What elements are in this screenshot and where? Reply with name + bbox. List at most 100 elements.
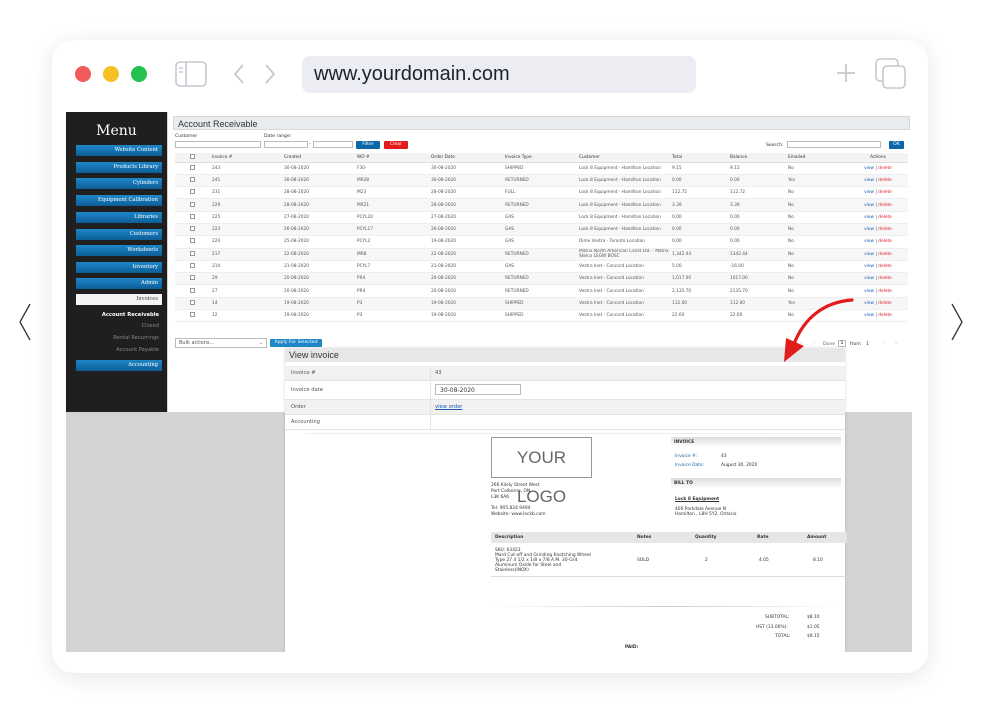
pager-next-icon[interactable]: › bbox=[883, 341, 885, 346]
view-link[interactable]: view bbox=[864, 264, 874, 269]
col-balance[interactable]: Balance bbox=[727, 153, 785, 163]
sidebar-item-equipment-calibration[interactable]: Equipment Calibration bbox=[76, 195, 162, 206]
search-input[interactable] bbox=[787, 141, 881, 148]
view-link[interactable]: view bbox=[864, 252, 874, 257]
sidebar-item-invoices[interactable]: Invoices bbox=[76, 294, 162, 305]
bulk-actions-select[interactable]: Bulk actions... ⌄ bbox=[175, 338, 267, 348]
view-link[interactable]: view bbox=[864, 178, 874, 183]
sidebar-item-cylinders[interactable]: Cylinders bbox=[76, 178, 162, 189]
delete-link[interactable]: delete bbox=[878, 215, 892, 220]
address-bar[interactable]: www.yourdomain.com bbox=[302, 56, 696, 93]
row-checkbox[interactable] bbox=[189, 176, 195, 182]
sidebar-item-worksheets[interactable]: Worksheets bbox=[76, 245, 162, 256]
table-row[interactable]: 243 30-08-2020 F30- 30-08-2020 SHIPPED Lock 8… bbox=[175, 162, 908, 175]
back-icon[interactable] bbox=[233, 64, 245, 84]
sidebar-item-website-content[interactable]: Website Content bbox=[76, 145, 162, 156]
row-checkbox[interactable] bbox=[189, 238, 195, 244]
col-invoice[interactable]: Invoice # bbox=[209, 153, 281, 163]
delete-link[interactable]: delete bbox=[878, 289, 892, 294]
delete-link[interactable]: delete bbox=[878, 313, 892, 318]
col-wo[interactable]: WO # bbox=[354, 153, 428, 163]
sidebar-item-inventory[interactable]: Inventory bbox=[76, 262, 162, 273]
delete-link[interactable]: delete bbox=[878, 166, 892, 171]
row-checkbox[interactable] bbox=[189, 287, 195, 293]
sidebar-item-customers[interactable]: Customers bbox=[76, 229, 162, 240]
view-link[interactable]: view bbox=[864, 190, 874, 195]
view-link[interactable]: view bbox=[864, 203, 874, 208]
col-order-date[interactable]: Order Date bbox=[428, 153, 502, 163]
view-link[interactable]: view bbox=[864, 215, 874, 220]
window-close-icon[interactable] bbox=[75, 66, 91, 82]
window-minimize-icon[interactable] bbox=[103, 66, 119, 82]
view-link[interactable]: view bbox=[864, 289, 874, 294]
delete-link[interactable]: delete bbox=[878, 190, 892, 195]
sidebar-item-admin[interactable]: Admin bbox=[76, 278, 162, 289]
table-row[interactable]: 231 28-08-2020 M23 28-08-2020 FULL Lock 8 Equ… bbox=[175, 186, 908, 200]
table-row[interactable]: 220 25-08-2020 PCYL2 19-08-2020 GAS Dime Vest… bbox=[175, 235, 908, 249]
new-tab-icon[interactable] bbox=[836, 63, 856, 83]
window-maximize-icon[interactable] bbox=[131, 66, 147, 82]
view-order-link[interactable]: view order bbox=[435, 404, 462, 410]
table-row[interactable]: 225 27-08-2020 PCYL20 27-08-2020 GAS Lock 8 E… bbox=[175, 211, 908, 224]
table-row[interactable]: 217 22-08-2020 MR8 22-08-2020 RETURNED Matrix… bbox=[175, 248, 908, 261]
view-link[interactable]: view bbox=[864, 166, 874, 171]
sidebar-sub-rental-recurrings[interactable]: Rental Recurrings bbox=[76, 335, 162, 341]
table-row[interactable]: 241 30-08-2020 MR28 30-08-2020 RETURNED Lock … bbox=[175, 174, 908, 188]
row-checkbox[interactable] bbox=[189, 226, 195, 232]
row-checkbox[interactable] bbox=[189, 263, 195, 269]
select-all-checkbox[interactable] bbox=[189, 153, 195, 159]
clear-button[interactable]: Clear bbox=[384, 141, 408, 149]
forward-icon[interactable] bbox=[264, 64, 276, 84]
delete-link[interactable]: delete bbox=[878, 276, 892, 281]
delete-link[interactable]: delete bbox=[878, 239, 892, 244]
sidebar-item-accounting[interactable]: Accounting bbox=[76, 360, 162, 371]
row-checkbox[interactable] bbox=[189, 201, 195, 207]
view-link[interactable]: view bbox=[864, 227, 874, 232]
date-from-input[interactable] bbox=[264, 141, 308, 148]
sidebar-sub-account-payable[interactable]: Account Payable bbox=[76, 347, 162, 353]
view-link[interactable]: view bbox=[864, 313, 874, 318]
apply-selected-button[interactable]: Apply For Selected bbox=[270, 339, 322, 347]
pager-total-pages: 1 bbox=[866, 342, 869, 347]
cell-invoice-number: 27 bbox=[209, 284, 281, 298]
col-emailed[interactable]: Emailed bbox=[785, 153, 845, 163]
row-checkbox[interactable] bbox=[189, 213, 195, 219]
sidebar-sub-account-receivable[interactable]: Account Receivable bbox=[76, 312, 162, 318]
invoice-date-input[interactable]: 30-08-2020 bbox=[435, 384, 521, 395]
table-row[interactable]: 223 26-08-2020 PCYL17 26-08-2020 GAS Lock 8 E… bbox=[175, 223, 908, 237]
col-customer[interactable]: Customer bbox=[576, 153, 669, 163]
tabs-overview-icon[interactable] bbox=[875, 58, 907, 90]
row-checkbox[interactable] bbox=[189, 250, 195, 256]
col-total[interactable]: Total bbox=[669, 153, 727, 163]
view-link[interactable]: view bbox=[864, 301, 874, 306]
row-checkbox[interactable] bbox=[189, 189, 195, 195]
table-row[interactable]: 229 28-08-2020 MR21 28-08-2020 RETURNED Lock … bbox=[175, 198, 908, 212]
ok-button[interactable]: OK bbox=[889, 141, 904, 149]
carousel-next-icon[interactable] bbox=[950, 302, 964, 342]
sidebar-item-libraries[interactable]: Libraries bbox=[76, 212, 162, 223]
view-link[interactable]: view bbox=[864, 239, 874, 244]
table-row[interactable]: 29 20-08-2020 PR4 20-08-2020 RETURNED Vestra … bbox=[175, 272, 908, 286]
row-checkbox[interactable] bbox=[189, 275, 195, 281]
delete-link[interactable]: delete bbox=[878, 203, 892, 208]
pager-last-icon[interactable]: » bbox=[895, 341, 898, 346]
row-checkbox[interactable] bbox=[189, 312, 195, 318]
date-to-input[interactable] bbox=[313, 141, 353, 148]
delete-link[interactable]: delete bbox=[878, 264, 892, 269]
delete-link[interactable]: delete bbox=[878, 178, 892, 183]
col-invoice-type[interactable]: Invoice Type bbox=[502, 153, 576, 163]
delete-link[interactable]: delete bbox=[878, 301, 892, 306]
col-created[interactable]: Created bbox=[281, 153, 354, 163]
customer-input[interactable] bbox=[175, 141, 261, 148]
sidebar-toggle-icon[interactable] bbox=[175, 61, 207, 87]
delete-link[interactable]: delete bbox=[878, 227, 892, 232]
delete-link[interactable]: delete bbox=[878, 252, 892, 257]
row-checkbox[interactable] bbox=[189, 164, 195, 170]
table-row[interactable]: 214 21-08-2020 PCYL7 21-08-2020 GAS Vestra In… bbox=[175, 260, 908, 274]
carousel-prev-icon[interactable] bbox=[18, 302, 32, 342]
view-link[interactable]: view bbox=[864, 276, 874, 281]
filter-button[interactable]: Filter bbox=[356, 141, 380, 149]
sidebar-sub-closed[interactable]: Closed bbox=[76, 323, 162, 329]
row-checkbox[interactable] bbox=[189, 299, 195, 305]
sidebar-item-products-library[interactable]: Products Library bbox=[76, 162, 162, 173]
